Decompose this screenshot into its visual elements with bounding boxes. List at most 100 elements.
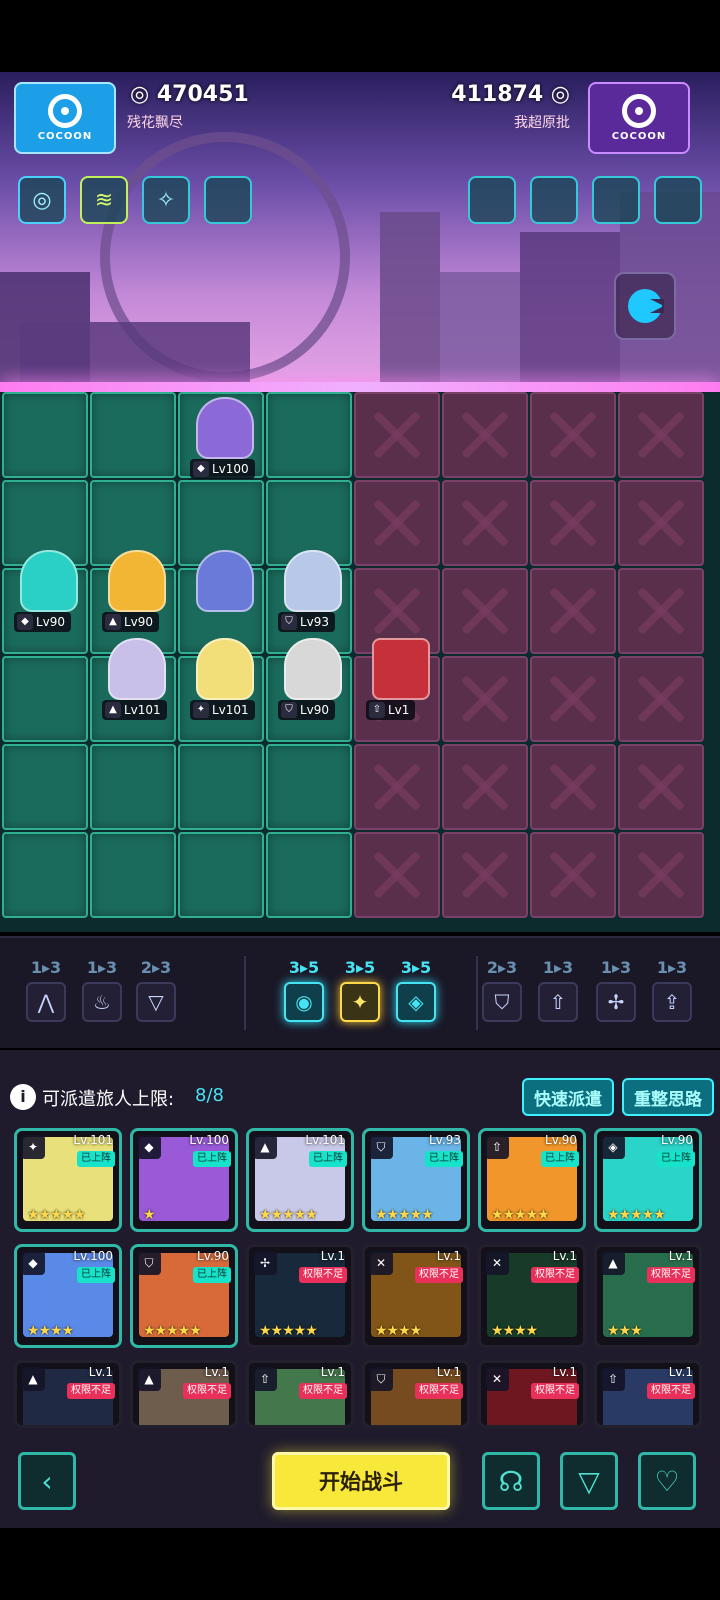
ally-tile[interactable] — [266, 392, 352, 478]
reset-thinking-button[interactable]: 重整思路 — [622, 1078, 714, 1116]
sparkle-icon[interactable]: ✧ — [142, 176, 190, 224]
cocoon-logo-icon — [622, 94, 656, 128]
trait-shield[interactable]: 2▸3 ⛉ — [476, 958, 528, 1028]
quick-dispatch-button[interactable]: 快速派遣 — [522, 1078, 614, 1116]
empty-buff-slot — [654, 176, 702, 224]
traveler-card[interactable]: ◆ Lv.100 已上阵 ★ — [130, 1128, 238, 1232]
traveler-card[interactable]: ◈ Lv.90 已上阵 ★★★★★ — [594, 1128, 702, 1232]
handshake-button[interactable]: ♡ — [638, 1452, 696, 1510]
board-unit[interactable] — [182, 548, 266, 634]
ally-tile[interactable] — [178, 744, 264, 830]
enemy-tile[interactable] — [618, 568, 704, 654]
trait-star[interactable]: 3▸5 ✦ — [334, 958, 386, 1028]
enemy-tile[interactable] — [618, 744, 704, 830]
board-unit[interactable]: ◆ Lv100 — [182, 395, 266, 481]
traveler-card[interactable]: ⇧ Lv.90 已上阵 ★★★★★ — [478, 1128, 586, 1232]
enemy-tile[interactable] — [530, 568, 616, 654]
enemy-tile[interactable] — [442, 392, 528, 478]
board-unit[interactable]: ▲ Lv90 — [94, 548, 178, 634]
trait-diamond[interactable]: 3▸5 ◈ — [390, 958, 442, 1028]
board-unit[interactable]: ◆ Lv90 — [6, 548, 90, 634]
traveler-card[interactable]: ▲ Lv.1 权限不足 — [14, 1360, 122, 1428]
enemy-tile[interactable] — [442, 480, 528, 566]
unit-sprite — [196, 550, 254, 612]
traveler-card[interactable]: ✦ Lv.101 已上阵 ★★★★★ — [14, 1128, 122, 1232]
trait-crossbow[interactable]: 1▸3 ✢ — [590, 958, 642, 1028]
trait-rocket[interactable]: 1▸3 ⇪ — [646, 958, 698, 1028]
enemy-tile[interactable] — [618, 392, 704, 478]
trait-mountain[interactable]: 1▸3 ⋀ — [20, 958, 72, 1028]
ally-tile[interactable] — [178, 832, 264, 918]
class-icon: ⛉ — [281, 614, 297, 630]
class-icon: ✕ — [485, 1251, 509, 1275]
traveler-card[interactable]: ▲ Lv.1 权限不足 ★★★ — [594, 1244, 702, 1348]
brain-button[interactable]: ☊ — [482, 1452, 540, 1510]
traveler-card[interactable]: ⛉ Lv.93 已上阵 ★★★★★ — [362, 1128, 470, 1232]
enemy-tile[interactable] — [354, 832, 440, 918]
filter-button[interactable]: ▽ — [560, 1452, 618, 1510]
enemy-tile[interactable] — [618, 832, 704, 918]
ally-tile[interactable] — [266, 832, 352, 918]
ally-tile[interactable] — [2, 832, 88, 918]
class-icon: ⛉ — [281, 702, 297, 718]
status-badge: 权限不足 — [647, 1383, 695, 1399]
trait-flame[interactable]: 1▸3 ♨ — [76, 958, 128, 1028]
traveler-card[interactable]: ▲ Lv.1 权限不足 — [130, 1360, 238, 1428]
enemy-tile[interactable] — [530, 480, 616, 566]
info-icon[interactable]: i — [10, 1084, 36, 1110]
traveler-card[interactable]: ⛉ Lv.1 权限不足 — [362, 1360, 470, 1428]
enemy-tile[interactable] — [442, 832, 528, 918]
wave-icon[interactable]: ≋ — [80, 176, 128, 224]
enemy-tile[interactable] — [442, 656, 528, 742]
board-unit[interactable]: ⛉ Lv93 — [270, 548, 354, 634]
enemy-tile[interactable] — [618, 656, 704, 742]
traveler-card[interactable]: ⇧ Lv.1 权限不足 — [594, 1360, 702, 1428]
board-unit[interactable]: ⛉ Lv90 — [270, 636, 354, 722]
ally-tile[interactable] — [90, 832, 176, 918]
enemy-tile[interactable] — [442, 744, 528, 830]
traveler-card[interactable]: ⛉ Lv.90 已上阵 ★★★★★ — [130, 1244, 238, 1348]
start-battle-button[interactable]: 开始战斗 — [272, 1452, 450, 1510]
back-button[interactable]: ‹ — [18, 1452, 76, 1510]
traveler-card[interactable]: ▲ Lv.101 已上阵 ★★★★★ — [246, 1128, 354, 1232]
ally-tile[interactable] — [90, 392, 176, 478]
enemy-tile[interactable] — [442, 568, 528, 654]
enemy-tile[interactable] — [530, 832, 616, 918]
trait-triangle[interactable]: 2▸3 ▽ — [130, 958, 182, 1028]
left-score: ◎ 470451 — [130, 82, 249, 107]
enemy-tile[interactable] — [530, 656, 616, 742]
trait-arrow-up[interactable]: 1▸3 ⇧ — [532, 958, 584, 1028]
ally-tile[interactable] — [2, 744, 88, 830]
enemy-tile[interactable] — [354, 392, 440, 478]
traveler-card[interactable]: ✕ Lv.1 权限不足 ★★★★ — [362, 1244, 470, 1348]
swirl-icon[interactable]: ◎ — [18, 176, 66, 224]
building — [440, 272, 520, 392]
shield-icon: ⛉ — [482, 982, 522, 1022]
traveler-card[interactable]: ✢ Lv.1 权限不足 ★★★★★ — [246, 1244, 354, 1348]
enemy-tile[interactable] — [354, 480, 440, 566]
triangle-icon: ▽ — [136, 982, 176, 1022]
diamond-icon: ◈ — [396, 982, 436, 1022]
enemy-unit[interactable]: ⇧ Lv1 — [358, 636, 442, 722]
chat-button[interactable] — [614, 272, 676, 340]
board-unit[interactable]: ✦ Lv101 — [182, 636, 266, 722]
ally-tile[interactable] — [266, 744, 352, 830]
enemy-tile[interactable] — [618, 480, 704, 566]
enemy-tile[interactable] — [354, 744, 440, 830]
ally-tile[interactable] — [2, 656, 88, 742]
class-icon: ▲ — [105, 702, 121, 718]
traveler-card[interactable]: ⇧ Lv.1 权限不足 — [246, 1360, 354, 1428]
enemy-tile[interactable] — [530, 392, 616, 478]
class-icon: ✦ — [21, 1135, 45, 1159]
enemy-tile[interactable] — [530, 744, 616, 830]
star-rating: ★★★★★ — [607, 1207, 666, 1223]
filter-icon: ▽ — [578, 1464, 600, 1498]
trait-vortex[interactable]: 3▸5 ◉ — [278, 958, 330, 1028]
traveler-card[interactable]: ✕ Lv.1 权限不足 ★★★★ — [478, 1244, 586, 1348]
unit-level-value: Lv101 — [124, 703, 161, 717]
ally-tile[interactable] — [2, 392, 88, 478]
ally-tile[interactable] — [90, 744, 176, 830]
board-unit[interactable]: ▲ Lv101 — [94, 636, 178, 722]
traveler-card[interactable]: ◆ Lv.100 已上阵 ★★★★ — [14, 1244, 122, 1348]
traveler-card[interactable]: ✕ Lv.1 权限不足 — [478, 1360, 586, 1428]
